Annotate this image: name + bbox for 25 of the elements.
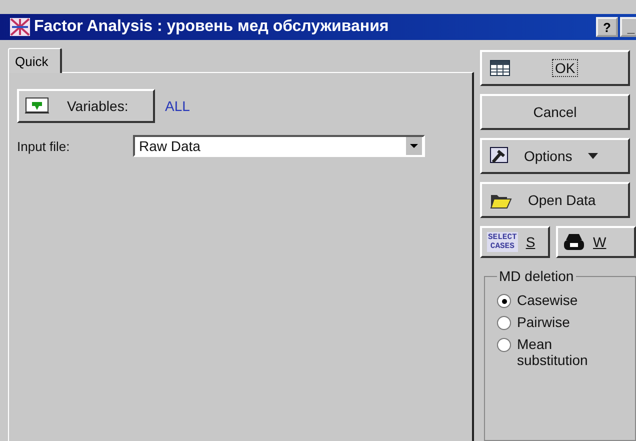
app-icon [10,18,30,36]
group-title: MD deletion [498,268,575,284]
weight-icon [563,233,585,251]
input-file-label: Input file: [17,138,71,154]
radio-option[interactable]: Pairwise [497,314,597,330]
variables-value: ALL [165,98,190,114]
weights-button[interactable]: W [556,226,636,258]
radio-option[interactable]: Mean substitution [497,336,597,368]
side-button[interactable]: OK [480,50,630,86]
variables-icon [25,97,49,115]
input-file-dropdown[interactable]: Raw Data [133,135,425,157]
title-bar-button[interactable]: _ [620,17,636,37]
window-title: Factor Analysis : уровень мед обслуживания [34,18,389,36]
caret-icon [588,153,598,159]
side-button[interactable]: Open Data [480,182,630,218]
variables-button[interactable]: Variables: [17,89,155,123]
table-icon [490,60,510,76]
select-cases-button[interactable]: SELECT CASES S [480,226,550,258]
select-cases-icon: SELECT CASES [487,232,518,252]
side-button[interactable]: Options [480,138,630,174]
side-button[interactable]: Cancel [480,94,630,130]
tab[interactable]: Quick [8,48,62,73]
radio-option[interactable]: Casewise [497,292,597,308]
hammer-icon [490,147,508,165]
title-bar-button[interactable]: ? [596,17,618,37]
